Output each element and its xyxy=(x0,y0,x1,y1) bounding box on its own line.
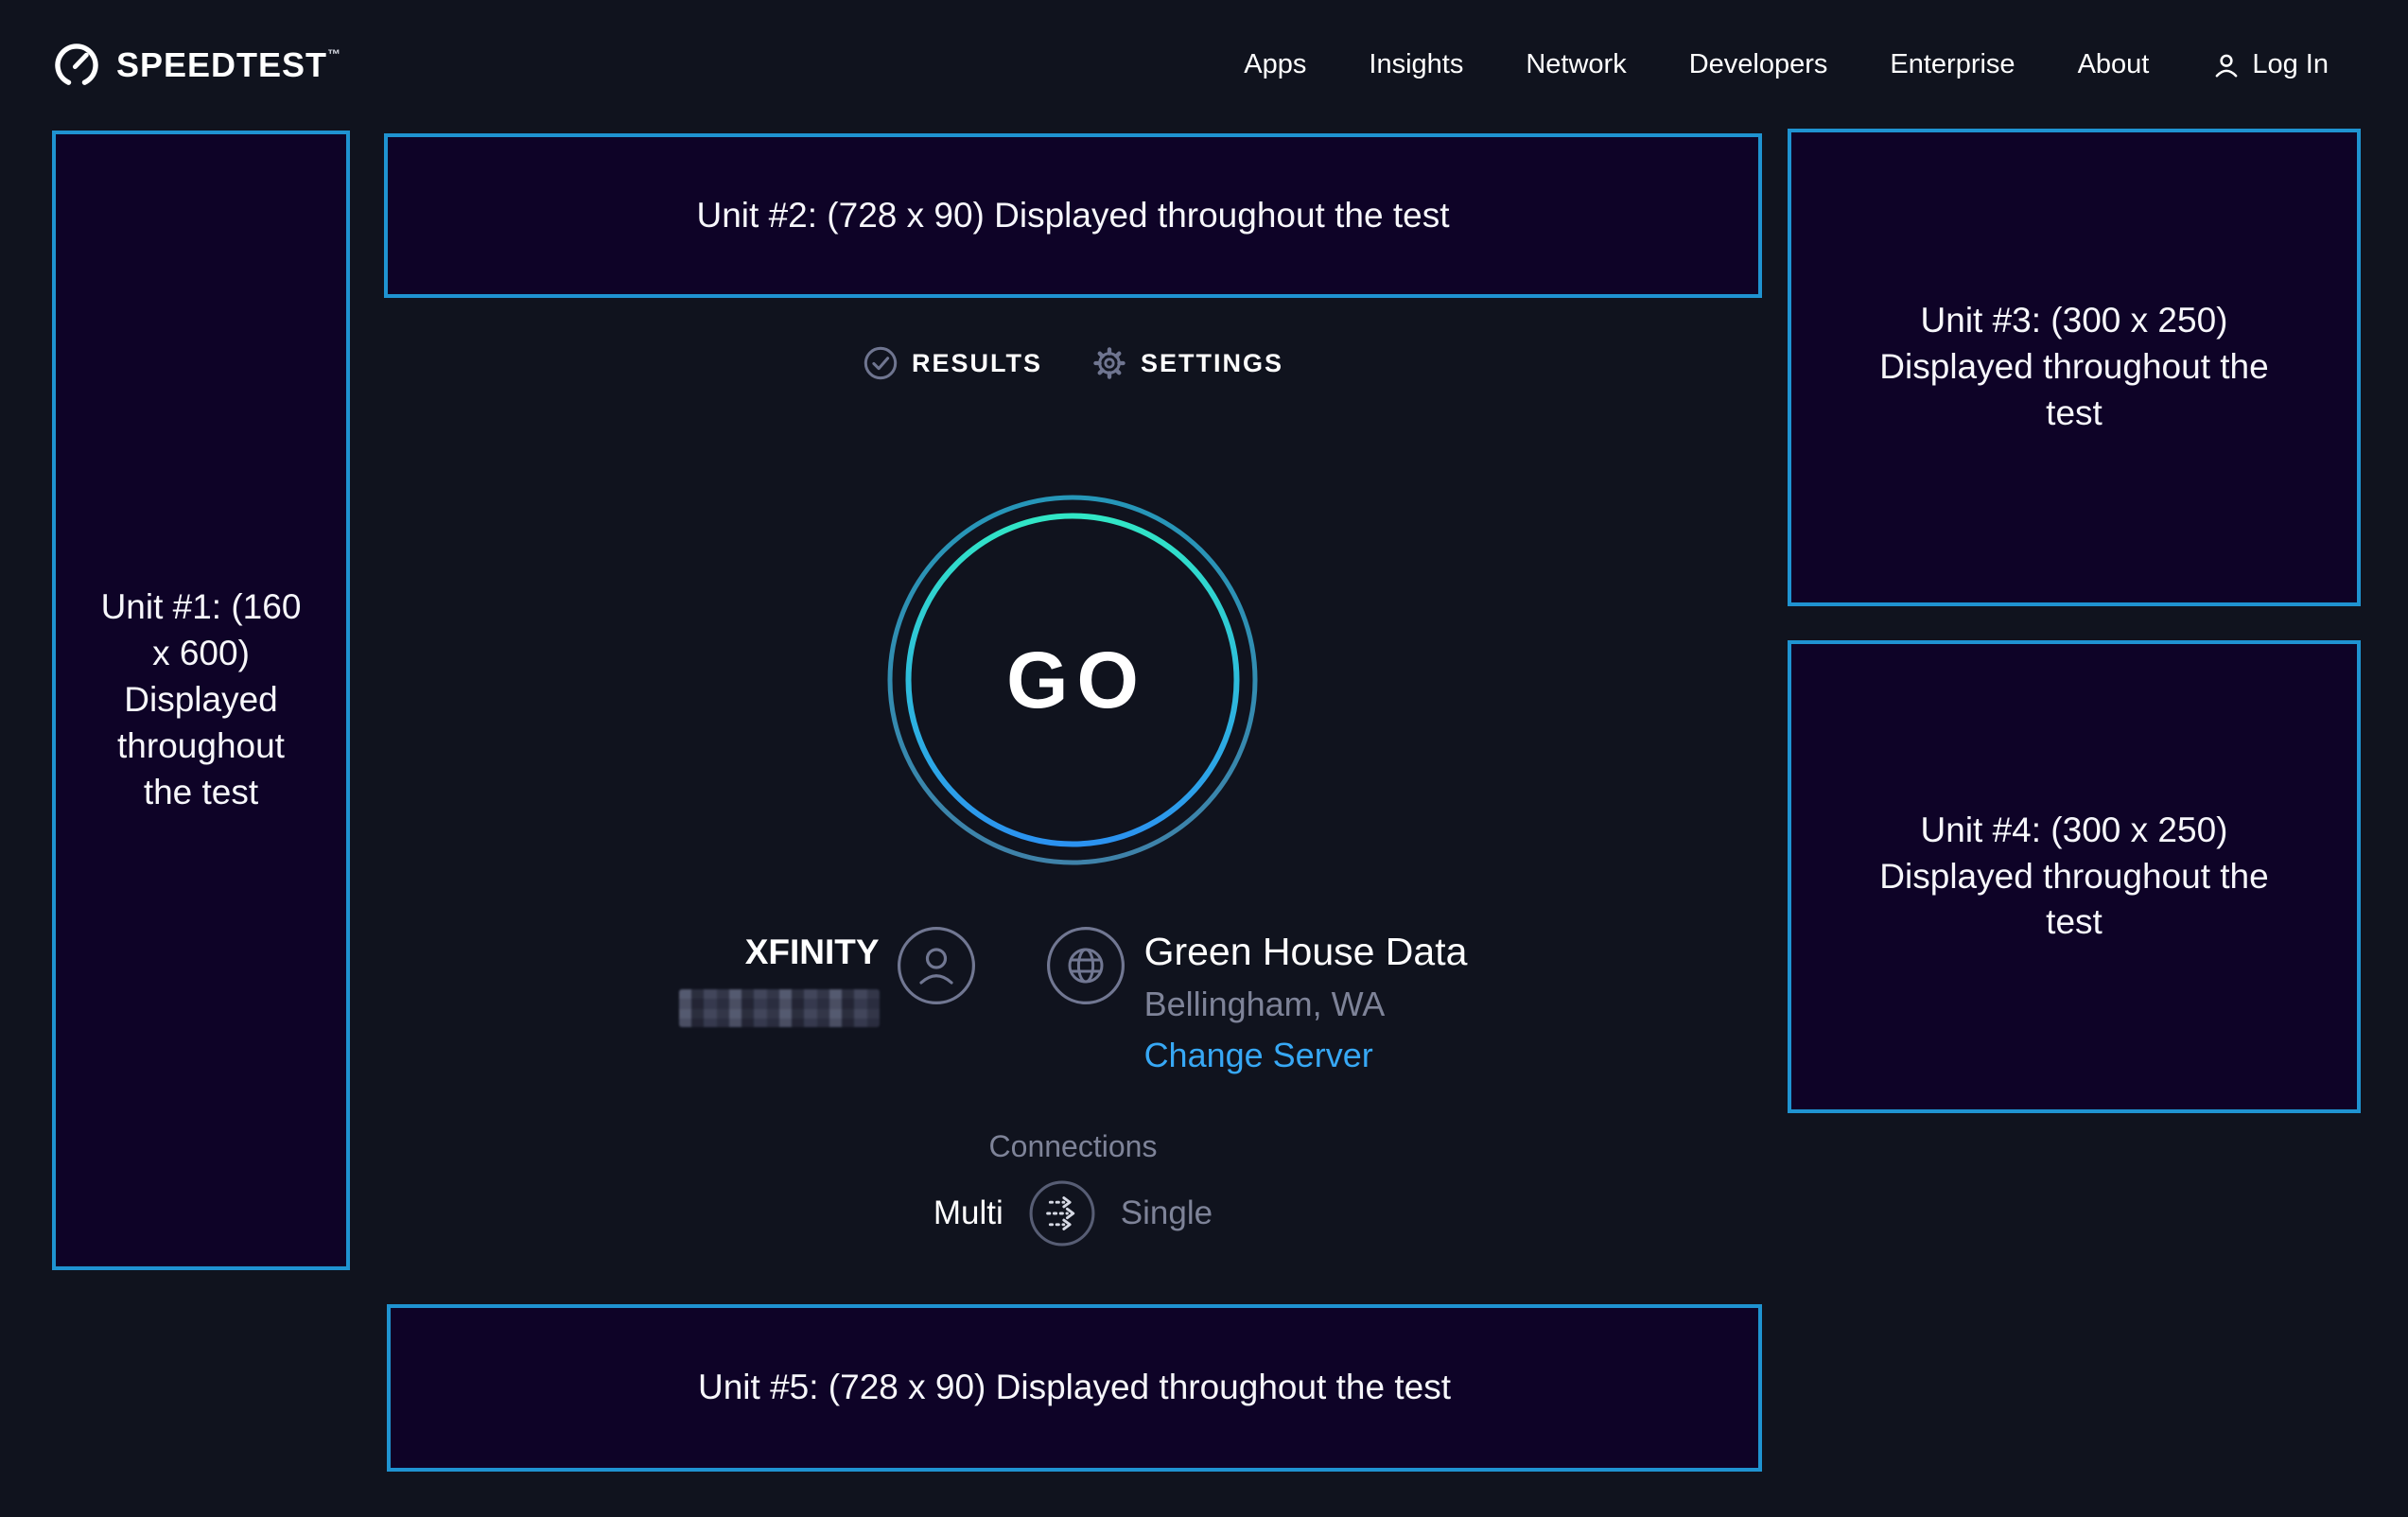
go-button[interactable]: GO xyxy=(887,495,1258,865)
ad-unit-3: Unit #3: (300 x 250) Displayed throughou… xyxy=(1788,129,2361,606)
isp-name: XFINITY xyxy=(745,926,880,978)
speedtest-logo[interactable]: SPEEDTEST™ xyxy=(52,41,341,90)
nav-item-developers[interactable]: Developers xyxy=(1689,49,1828,80)
logo-text: SPEEDTEST™ xyxy=(116,45,341,85)
connections-section: Connections Multi Single xyxy=(384,1127,1762,1249)
connection-info: XFINITY Green House Data Bellingham, WA … xyxy=(384,926,1762,1081)
results-tab-label: RESULTS xyxy=(912,349,1042,378)
nav-item-about[interactable]: About xyxy=(2078,49,2150,80)
ad-unit-4: Unit #4: (300 x 250) Displayed throughou… xyxy=(1788,640,2361,1113)
server-block: Green House Data Bellingham, WA Change S… xyxy=(1144,926,1468,1081)
ad-unit-1: Unit #1: (160 x 600) Displayed throughou… xyxy=(52,131,350,1270)
nav-item-network[interactable]: Network xyxy=(1526,49,1626,80)
globe-circle-icon xyxy=(1046,926,1125,1005)
nav-item-enterprise[interactable]: Enterprise xyxy=(1890,49,2015,80)
ad-unit-1-label: Unit #1: (160 x 600) Displayed throughou… xyxy=(98,584,305,815)
settings-tab-label: SETTINGS xyxy=(1141,349,1283,378)
check-circle-icon xyxy=(863,345,899,381)
top-nav: SPEEDTEST™ Apps Insights Network Develop… xyxy=(0,0,2408,130)
change-server-link[interactable]: Change Server xyxy=(1144,1030,1373,1081)
server-name: Green House Data xyxy=(1144,926,1468,978)
nav-links: Apps Insights Network Developers Enterpr… xyxy=(1244,49,2329,80)
isp-block: XFINITY xyxy=(679,926,880,1027)
connections-label: Connections xyxy=(384,1127,1762,1165)
user-circle-icon xyxy=(897,926,976,1005)
trademark-mark: ™ xyxy=(327,47,341,61)
gear-icon xyxy=(1091,345,1127,381)
go-label: GO xyxy=(887,495,1258,865)
tab-bar: RESULTS SETTINGS xyxy=(384,339,1762,388)
nav-item-apps[interactable]: Apps xyxy=(1244,49,1306,80)
connections-single-option[interactable]: Single xyxy=(1121,1194,1213,1232)
login-label: Log In xyxy=(2252,49,2329,80)
tab-settings[interactable]: SETTINGS xyxy=(1091,345,1283,381)
ad-unit-4-label: Unit #4: (300 x 250) Displayed throughou… xyxy=(1871,808,2277,946)
ad-unit-2: Unit #2: (728 x 90) Displayed throughout… xyxy=(384,133,1762,298)
login-button[interactable]: Log In xyxy=(2211,49,2329,80)
speedtest-page: SPEEDTEST™ Apps Insights Network Develop… xyxy=(0,0,2408,1517)
nav-item-insights[interactable]: Insights xyxy=(1369,49,1463,80)
ad-unit-2-label: Unit #2: (728 x 90) Displayed throughout… xyxy=(697,193,1450,239)
ad-unit-5-label: Unit #5: (728 x 90) Displayed throughout… xyxy=(698,1365,1451,1411)
connections-row: Multi Single xyxy=(934,1177,1213,1249)
ad-unit-5: Unit #5: (728 x 90) Displayed throughout… xyxy=(387,1304,1762,1472)
user-outline-icon xyxy=(2211,50,2242,80)
speedometer-icon xyxy=(52,41,101,90)
ad-unit-3-label: Unit #3: (300 x 250) Displayed throughou… xyxy=(1871,298,2277,436)
connections-toggle-icon[interactable] xyxy=(1026,1177,1098,1249)
redacted-ip xyxy=(679,989,880,1027)
connections-multi-option[interactable]: Multi xyxy=(934,1194,1003,1232)
server-location: Bellingham, WA xyxy=(1144,978,1386,1030)
tab-results[interactable]: RESULTS xyxy=(863,345,1042,381)
